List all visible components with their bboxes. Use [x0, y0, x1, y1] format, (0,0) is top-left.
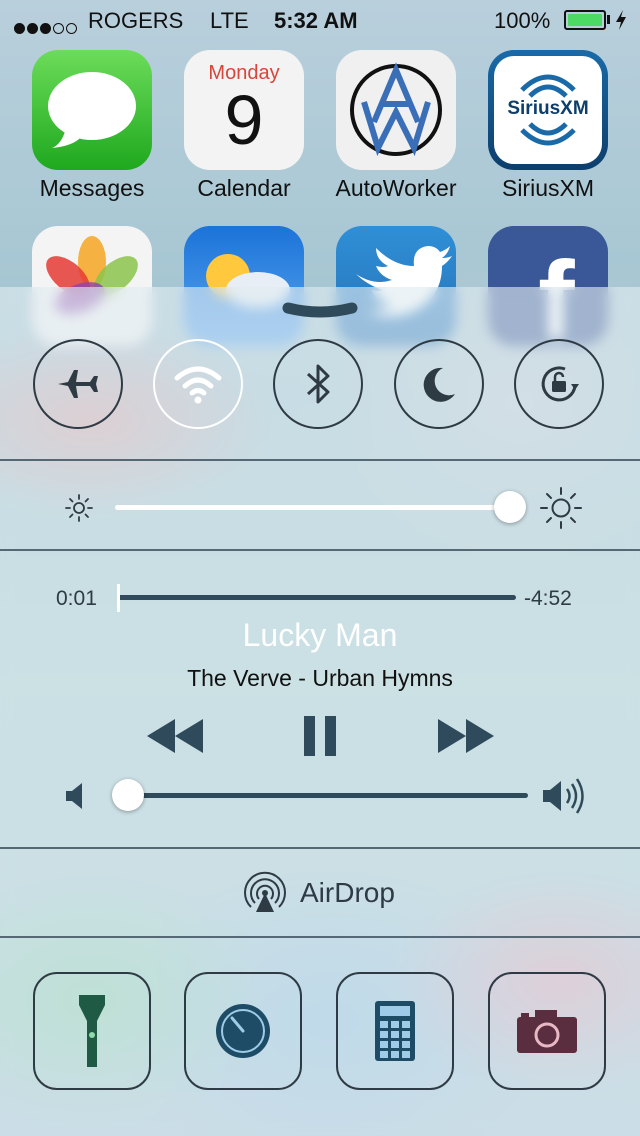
calendar-app-icon[interactable]: Monday 9	[184, 50, 304, 170]
signal-strength-icon	[14, 14, 79, 40]
siriusxm-app-icon[interactable]: SiriusXM	[488, 50, 608, 170]
rotation-lock-icon	[541, 366, 579, 402]
app-label-calendar: Calendar	[197, 175, 291, 201]
divider	[0, 549, 640, 551]
sun-small-icon	[65, 494, 93, 522]
timer-icon	[216, 1004, 270, 1058]
brightness-slider-knob[interactable]	[494, 491, 526, 523]
volume-high-icon	[543, 778, 584, 814]
volume-slider-track[interactable]	[128, 793, 528, 798]
clock-time: 5:32 AM	[274, 8, 358, 33]
battery-icon	[564, 10, 606, 30]
speech-bubble-icon	[48, 72, 136, 148]
chevron-down-icon[interactable]	[282, 300, 358, 324]
camera-icon	[517, 1010, 577, 1053]
wifi-icon	[174, 366, 222, 404]
fast-forward-icon[interactable]	[436, 717, 496, 755]
elapsed-time: 0:01	[56, 587, 97, 610]
bolt-icon	[616, 10, 626, 30]
timer-button[interactable]	[184, 972, 302, 1090]
airdrop-label: AirDrop	[300, 877, 395, 908]
app-label-siriusxm: SiriusXM	[501, 175, 594, 201]
divider	[0, 936, 640, 938]
brightness-slider-track[interactable]	[115, 505, 510, 510]
flashlight-button[interactable]	[33, 972, 151, 1090]
app-label-messages: Messages	[39, 175, 145, 201]
siriusxm-logo-text: SiriusXM	[507, 98, 589, 119]
calculator-icon	[375, 1001, 415, 1061]
airplane-icon	[58, 370, 98, 398]
battery-percent: 100%	[494, 8, 551, 33]
bluetooth-toggle[interactable]	[273, 339, 363, 429]
network-type: LTE	[210, 8, 249, 33]
volume-slider-knob[interactable]	[112, 779, 144, 811]
app-label-autoworker: AutoWorker	[335, 175, 457, 201]
calendar-day-number: 9	[224, 81, 264, 159]
autoworker-app-icon[interactable]	[336, 50, 456, 170]
messages-app-icon[interactable]	[32, 50, 152, 170]
calculator-button[interactable]	[336, 972, 454, 1090]
pause-icon[interactable]	[302, 714, 338, 758]
song-artist-album: The Verve - Urban Hymns	[187, 665, 453, 691]
autoworker-logo-icon	[350, 62, 442, 157]
camera-button[interactable]	[488, 972, 606, 1090]
wifi-toggle[interactable]	[153, 339, 243, 429]
status-bar: ROGERS LTE 5:32 AM 100%	[0, 0, 640, 40]
airplane-mode-toggle[interactable]	[33, 339, 123, 429]
rotation-lock-toggle[interactable]	[514, 339, 604, 429]
do-not-disturb-toggle[interactable]	[394, 339, 484, 429]
volume-low-icon	[66, 783, 82, 809]
airdrop-button[interactable]: AirDrop	[0, 850, 640, 936]
divider	[0, 459, 640, 461]
bluetooth-icon	[306, 364, 330, 404]
sun-large-icon	[540, 487, 582, 529]
remaining-time: -4:52	[524, 587, 572, 610]
carrier-name: ROGERS	[88, 8, 184, 33]
airdrop-icon	[244, 871, 286, 912]
divider	[0, 847, 640, 849]
playback-progress-track[interactable]	[117, 595, 516, 600]
song-title: Lucky Man	[242, 617, 398, 653]
rewind-icon[interactable]	[145, 717, 205, 755]
playback-scrubber[interactable]	[117, 584, 121, 612]
moon-icon	[423, 367, 455, 402]
flashlight-icon	[79, 995, 105, 1067]
